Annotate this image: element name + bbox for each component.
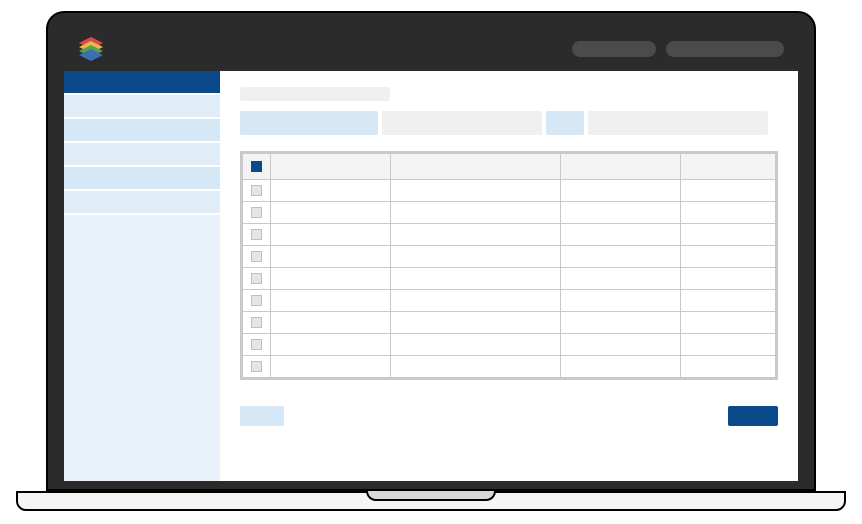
table-cell	[391, 356, 561, 378]
tab-3[interactable]	[588, 111, 768, 135]
footer-actions	[240, 406, 778, 426]
table-cell	[681, 202, 776, 224]
table-row[interactable]	[243, 224, 776, 246]
laptop-base	[16, 491, 846, 511]
table-cell	[271, 246, 391, 268]
tab-0[interactable]	[240, 111, 378, 135]
table-cell	[391, 202, 561, 224]
table-cell	[391, 180, 561, 202]
topbar	[64, 27, 798, 71]
column-header-1[interactable]	[391, 154, 561, 180]
column-header-3[interactable]	[681, 154, 776, 180]
table-row[interactable]	[243, 356, 776, 378]
table-cell	[561, 334, 681, 356]
row-checkbox[interactable]	[251, 361, 262, 372]
primary-button[interactable]	[728, 406, 778, 426]
table-cell	[561, 290, 681, 312]
sidebar-item-1[interactable]	[64, 95, 220, 119]
table-cell	[391, 224, 561, 246]
table-cell	[681, 290, 776, 312]
row-checkbox[interactable]	[251, 273, 262, 284]
table-cell	[561, 202, 681, 224]
table-cell	[561, 268, 681, 290]
table-cell	[271, 224, 391, 246]
table-cell	[681, 334, 776, 356]
table-cell	[561, 180, 681, 202]
table-cell	[561, 356, 681, 378]
row-checkbox[interactable]	[251, 207, 262, 218]
tab-2[interactable]	[546, 111, 584, 135]
sidebar-item-0[interactable]	[64, 71, 220, 95]
table-cell	[271, 268, 391, 290]
select-all-checkbox[interactable]	[251, 161, 262, 172]
secondary-button[interactable]	[240, 406, 284, 426]
table-row[interactable]	[243, 246, 776, 268]
table-row[interactable]	[243, 202, 776, 224]
table-row[interactable]	[243, 180, 776, 202]
sidebar-item-5[interactable]	[64, 191, 220, 215]
table-row[interactable]	[243, 268, 776, 290]
row-checkbox[interactable]	[251, 185, 262, 196]
table-cell	[391, 268, 561, 290]
tab-1[interactable]	[382, 111, 542, 135]
table-cell	[271, 290, 391, 312]
table-cell	[391, 334, 561, 356]
laptop-notch	[366, 491, 496, 501]
data-table	[240, 151, 778, 380]
body	[64, 71, 798, 481]
sidebar	[64, 71, 220, 481]
table-cell	[681, 180, 776, 202]
table-cell	[681, 224, 776, 246]
app-screen	[64, 27, 798, 481]
row-checkbox[interactable]	[251, 295, 262, 306]
table-cell	[271, 356, 391, 378]
row-checkbox[interactable]	[251, 229, 262, 240]
row-checkbox[interactable]	[251, 339, 262, 350]
page-title	[240, 87, 390, 101]
table-row[interactable]	[243, 290, 776, 312]
column-header-2[interactable]	[561, 154, 681, 180]
sidebar-item-3[interactable]	[64, 143, 220, 167]
table-cell	[681, 268, 776, 290]
row-checkbox[interactable]	[251, 317, 262, 328]
table-cell	[391, 312, 561, 334]
table-row[interactable]	[243, 334, 776, 356]
table-cell	[271, 202, 391, 224]
table-cell	[681, 356, 776, 378]
main-content	[220, 71, 798, 481]
table-row[interactable]	[243, 312, 776, 334]
table-cell	[391, 290, 561, 312]
column-header-0[interactable]	[271, 154, 391, 180]
topbar-button-1[interactable]	[572, 41, 656, 57]
table-cell	[561, 312, 681, 334]
table-header-row	[243, 154, 776, 180]
sidebar-item-4[interactable]	[64, 167, 220, 191]
table-cell	[681, 312, 776, 334]
app-logo-icon[interactable]	[78, 36, 104, 62]
table-cell	[561, 246, 681, 268]
tab-bar	[240, 111, 778, 135]
table-cell	[271, 312, 391, 334]
sidebar-item-2[interactable]	[64, 119, 220, 143]
table-cell	[391, 246, 561, 268]
row-checkbox[interactable]	[251, 251, 262, 262]
laptop-frame	[16, 11, 846, 513]
table-cell	[561, 224, 681, 246]
table-cell	[681, 246, 776, 268]
table-cell	[271, 180, 391, 202]
topbar-button-2[interactable]	[666, 41, 784, 57]
table-cell	[271, 334, 391, 356]
laptop-bezel	[46, 11, 816, 491]
